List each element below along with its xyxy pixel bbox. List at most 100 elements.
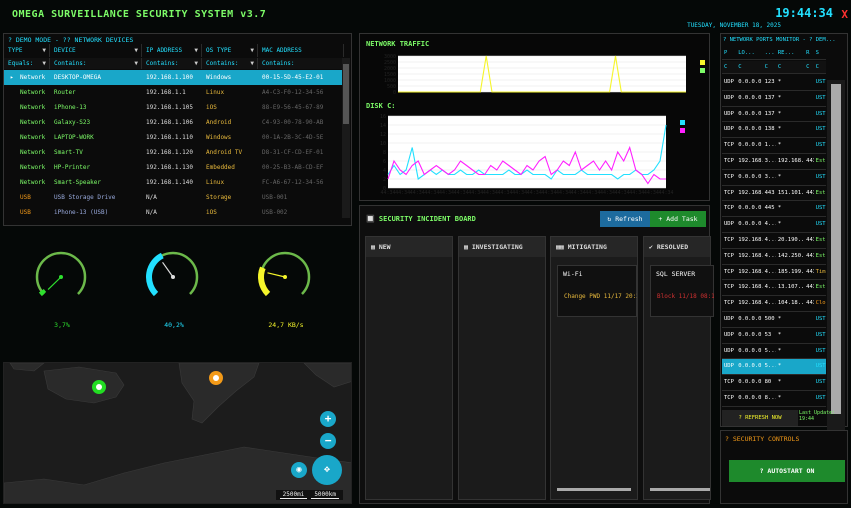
- table-row[interactable]: UDP 0.0.0.04...* UST...: [722, 217, 826, 233]
- table-row[interactable]: TCP 192.168...4...142.250...443Esta...: [722, 249, 826, 265]
- table-row[interactable]: TCP 0.0.0.01...* UST...: [722, 138, 826, 154]
- x-tick-label: 44:34: [615, 190, 630, 196]
- port-cell: 0.0.0.0: [738, 221, 762, 228]
- table-row[interactable]: USB USB Storage Drive N/A Storage USB-001: [4, 190, 344, 205]
- port-cell: UST...: [815, 173, 826, 180]
- col-header-mac[interactable]: MAC ADDRESS: [258, 44, 344, 57]
- filter-os[interactable]: Contains: ▼: [202, 58, 258, 69]
- devices-grid-header: TYPE ▼ DEVICE ▼ IP ADDRESS ▼ OS TYPE ▼ MAC A…: [4, 44, 344, 57]
- table-row[interactable]: Network Smart-TV 192.168.1.120 Android TV D8…: [4, 145, 344, 160]
- refresh-now-button[interactable]: ? REFRESH NOW: [722, 410, 798, 426]
- mitigating-scrollbar[interactable]: [557, 488, 631, 491]
- x-tick-label: 44:34: [556, 190, 571, 196]
- table-row[interactable]: UDP 0.0.0.05...* UST...: [722, 344, 826, 360]
- port-cell: 443: [764, 189, 775, 196]
- incident-board: 🔲 SECURITY INCIDENT BOARD ↻ Refresh + Ad…: [359, 205, 714, 504]
- table-row[interactable]: TCP 0.0.0.03...* UST...: [722, 170, 826, 186]
- x-tick-label: 44:34: [498, 190, 513, 196]
- table-row[interactable]: Network Router 192.168.1.1 Linux A4-C3-F0-12…: [4, 85, 344, 100]
- table-row[interactable]: UDP 0.0.0.05...* UST...: [722, 359, 826, 376]
- table-row[interactable]: TCP 192.168...4...20.190...443Esta...: [722, 233, 826, 249]
- x-tick-label: 44:34: [380, 190, 395, 196]
- cell-ip: 192.168.1.110: [146, 134, 193, 141]
- filter-ip[interactable]: Contains: ▼: [142, 58, 202, 69]
- table-row[interactable]: Network LAPTOP-WORK 192.168.1.110 Windows 00…: [4, 130, 344, 145]
- cell-os: iOS: [206, 104, 217, 111]
- col-header-os[interactable]: OS TYPE ▼: [202, 44, 258, 57]
- port-cell: UST...: [815, 94, 826, 101]
- table-row[interactable]: UDP 0.0.0.0500* UST...: [722, 312, 826, 328]
- pan-control[interactable]: ✥: [312, 455, 342, 485]
- table-row[interactable]: Network HP-Printer 192.168.1.130 Embedded 00…: [4, 160, 344, 175]
- table-row[interactable]: TCP 0.0.0.080 * UST...: [722, 375, 826, 391]
- devices-scrollbar[interactable]: [342, 58, 350, 218]
- table-row[interactable]: USB iPhone-13 (USB) N/A iOS USB-002: [4, 205, 344, 220]
- close-button[interactable]: X: [841, 8, 848, 21]
- port-cell: 185.199...: [777, 268, 805, 275]
- table-row[interactable]: TCP 192.168...4...185.199...443Tim...: [722, 265, 826, 281]
- port-cell: [804, 170, 814, 185]
- zoom-out-button[interactable]: −: [320, 433, 336, 449]
- table-row[interactable]: UDP 0.0.0.0137* UST...: [722, 107, 826, 123]
- port-cell: [804, 312, 814, 327]
- col-header-ip[interactable]: IP ADDRESS ▼: [142, 44, 202, 57]
- filter-type[interactable]: Equals: ▼: [4, 58, 50, 69]
- table-row[interactable]: TCP 0.0.0.08...* UST...: [722, 391, 826, 407]
- gauge-hub: [283, 275, 287, 279]
- refresh-button[interactable]: ↻ Refresh: [600, 211, 650, 227]
- x-tick-label: 44:34: [571, 190, 586, 196]
- last-update: Last Update: 19:44: [799, 410, 836, 422]
- port-cell: 443: [806, 300, 814, 307]
- cell-type: Network: [20, 134, 46, 141]
- gauge-track: [35, 251, 87, 295]
- zoom-in-button[interactable]: +: [320, 411, 336, 427]
- table-row[interactable]: TCP 192.168...4...13.107...443Esta...: [722, 280, 826, 297]
- x-tick-label: 44:34: [468, 190, 483, 196]
- col-header-type[interactable]: TYPE ▼: [4, 44, 50, 57]
- table-row[interactable]: UDP 0.0.0.053 * UST...: [722, 328, 826, 344]
- filter-device[interactable]: Contains: ▼: [50, 58, 142, 69]
- card-wifi[interactable]: Wi-Fi Change PWD 11/17 20:27: [557, 265, 637, 317]
- filter-mac[interactable]: Contains:: [258, 58, 344, 69]
- table-row[interactable]: TCP 192.168...4...104.18...443Clos...: [722, 296, 826, 312]
- ports-filter-row[interactable]: C C C C C C: [722, 61, 826, 74]
- table-row[interactable]: UDP 0.0.0.0123* UST...: [722, 75, 826, 91]
- table-row[interactable]: UDP 0.0.0.0137* UST...: [722, 91, 826, 107]
- col-header-device[interactable]: DEVICE ▼: [50, 44, 142, 57]
- card-sql-tag: Block 11/18 08:12: [657, 293, 714, 300]
- gauge-hub: [59, 275, 63, 279]
- port-cell: 443: [806, 189, 814, 196]
- autostart-button[interactable]: ? AUTOSTART ON: [729, 460, 845, 482]
- table-row[interactable]: Network Galaxy-S23 192.168.1.106 Android C4-…: [4, 115, 344, 130]
- port-cell: 192.168...: [738, 237, 762, 243]
- network-traffic-chart: 300025002000150010005000: [384, 54, 705, 96]
- x-tick-label: 44:34: [395, 190, 410, 196]
- table-row[interactable]: TCP192.168...3...192.168...443Esta...: [722, 154, 826, 170]
- legend-swatch: [680, 128, 685, 133]
- card-sql-server[interactable]: SQL SERVER Block 11/18 08:12: [650, 265, 714, 317]
- port-cell: Esta...: [815, 158, 826, 164]
- eye-icon[interactable]: ◉: [291, 462, 307, 478]
- table-row[interactable]: TCP 0.0.0.0445* UST...: [722, 201, 826, 218]
- clock: 19:44:34: [775, 6, 833, 20]
- port-cell: UST...: [815, 331, 826, 338]
- table-row[interactable]: Network Smart-Speaker 192.168.1.140 Linux FC…: [4, 175, 344, 190]
- port-cell: 138: [764, 126, 775, 133]
- cell-ip: 192.168.1.140: [146, 179, 193, 186]
- port-cell: UST...: [815, 79, 826, 85]
- table-row[interactable]: Network iPhone-13 192.168.1.105 iOS 88-E9-56…: [4, 100, 344, 115]
- table-row[interactable]: Network DESKTOP-OMEGA 192.168.1.100 Windows…: [4, 70, 344, 85]
- cell-ip: N/A: [146, 209, 157, 216]
- port-cell: 0.0.0.0: [738, 316, 762, 322]
- ports-scrollbar[interactable]: [827, 80, 845, 438]
- resolved-scrollbar[interactable]: [650, 488, 710, 491]
- table-row[interactable]: TCP192.168...443151.101...443Esta...: [722, 186, 826, 202]
- port-cell: *: [777, 221, 782, 228]
- port-cell: [804, 201, 814, 216]
- y-tick-label: 0: [393, 90, 396, 96]
- cell-os: Embedded: [206, 164, 235, 171]
- add-task-button[interactable]: + Add Task: [650, 211, 706, 227]
- world-map[interactable]: + − ◉ ✥ 2500mi 5000km: [3, 362, 352, 504]
- port-cell: TCP: [724, 252, 734, 259]
- table-row[interactable]: UDP 0.0.0.0138* UST...: [722, 122, 826, 139]
